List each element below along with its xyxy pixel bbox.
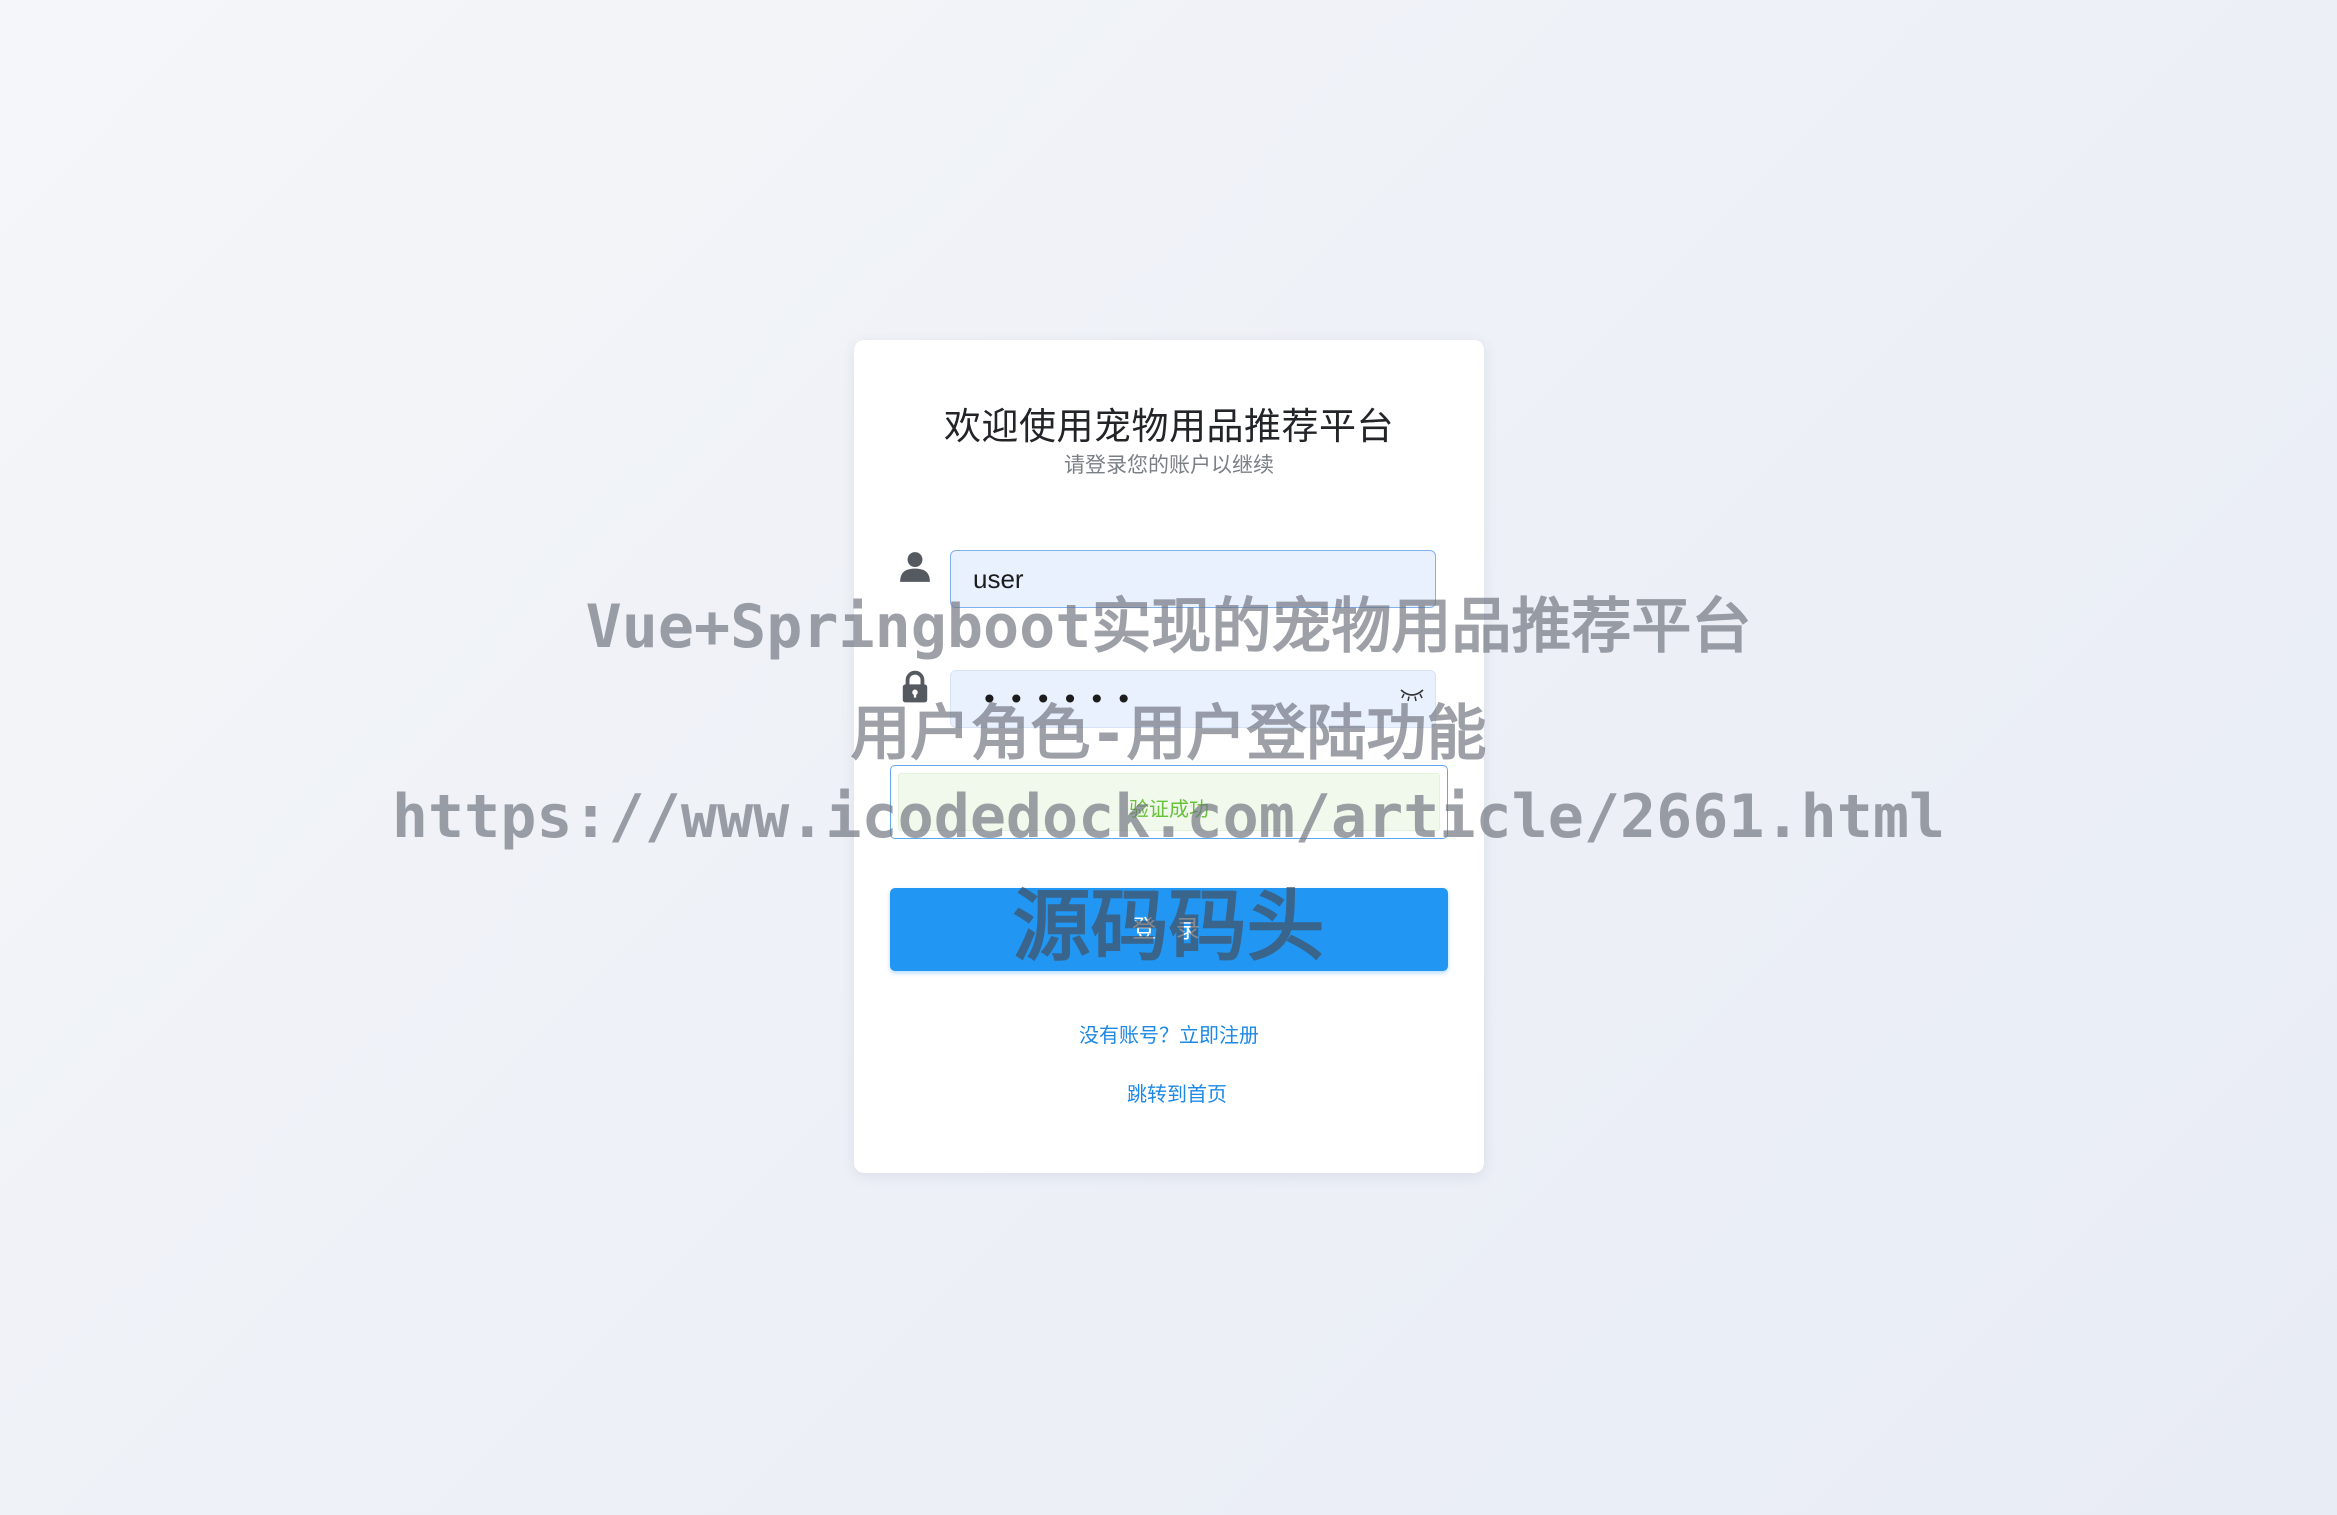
page-subtitle: 请登录您的账户以继续 [1064, 453, 1274, 477]
home-link[interactable]: 跳转到首页 [862, 1078, 1492, 1107]
username-value: user [973, 564, 1024, 594]
verify-status-text: 验证成功 [1129, 797, 1209, 821]
username-input[interactable]: user [950, 550, 1436, 608]
password-mask: •••••• [981, 683, 1143, 716]
slider-verification[interactable]: 验证成功 [890, 765, 1448, 839]
lock-icon [902, 670, 928, 703]
verify-success-area: 验证成功 [898, 773, 1440, 831]
eye-closed-icon[interactable] [1399, 683, 1425, 705]
password-input[interactable]: •••••• [950, 670, 1436, 728]
register-link[interactable]: 没有账号？立即注册 [854, 1019, 1484, 1048]
login-button[interactable]: 登 录 [890, 888, 1448, 971]
login-card: 欢迎使用宠物用品推荐平台 请登录您的账户以继续 user •••••• 验证成功… [854, 340, 1484, 1173]
user-icon [900, 552, 930, 582]
page-title: 欢迎使用宠物用品推荐平台 [944, 405, 1394, 448]
